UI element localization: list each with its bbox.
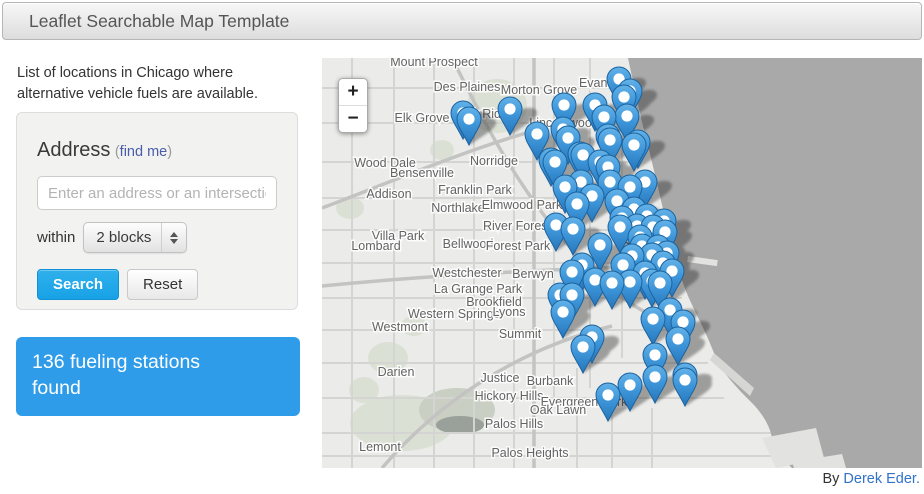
distance-selected-value: 2 blocks — [96, 229, 152, 246]
attribution: By Derek Eder. — [322, 471, 921, 487]
button-row: Search Reset — [37, 269, 277, 300]
results-count-banner: 136 fueling stations found — [16, 337, 300, 417]
map-place-label: Elk Grove — [395, 111, 450, 125]
map-place-label: Bensenville — [390, 166, 454, 180]
within-label: within — [37, 229, 76, 246]
map-place-label: Oak Lawn — [530, 403, 586, 417]
zoom-control: + − — [338, 78, 368, 133]
reset-button[interactable]: Reset — [127, 269, 199, 300]
zoom-out-button[interactable]: − — [339, 106, 367, 132]
map-place-label: Justice — [481, 371, 520, 385]
map-place-label: Berwyn — [512, 267, 554, 281]
map-place-label: Lemont — [359, 440, 401, 454]
map-place-label: Franklin Park — [438, 183, 512, 197]
map-place-label: Lyons — [493, 305, 526, 319]
map-place-label: Northlake — [431, 201, 485, 215]
map-place-label: Palos Heights — [491, 446, 568, 460]
address-heading-row: Address (find me) — [37, 139, 277, 162]
find-me-link[interactable]: find me — [120, 144, 168, 160]
page-title: Leaflet Searchable Map Template — [29, 11, 290, 31]
map-place-label: River Forest — [483, 219, 552, 233]
select-spinner-icon — [161, 223, 186, 252]
map-place-label: Norridge — [470, 154, 518, 168]
map-place-label: La Grange Park — [434, 282, 523, 296]
map-place-label: Western Springs — [408, 307, 500, 321]
arrow-up-icon — [170, 231, 179, 237]
address-input[interactable] — [37, 176, 277, 210]
distance-select[interactable]: 2 blocks — [83, 222, 188, 253]
attribution-by-text: By — [822, 471, 840, 487]
within-row: within 2 blocks — [37, 222, 277, 253]
app-title-bar: Leaflet Searchable Map Template — [2, 2, 922, 40]
address-search-panel: Address (find me) within 2 blocks Search… — [16, 112, 298, 310]
map-place-label: Darien — [378, 365, 415, 379]
zoom-in-button[interactable]: + — [339, 79, 367, 106]
intro-text: List of locations in Chicago where alter… — [17, 65, 258, 103]
map[interactable]: Mount Prospect Des Plaines Morton Grove Eva… — [322, 58, 922, 468]
map-place-label: Hickory Hills — [475, 389, 544, 403]
map-place-label: Des Plaines — [434, 80, 501, 94]
search-button[interactable]: Search — [37, 269, 120, 300]
map-place-label: Westchester — [432, 266, 501, 280]
map-place-label: Elmwood Park — [482, 198, 563, 212]
map-place-label: Mount Prospect — [390, 58, 478, 69]
map-place-label: Westmont — [372, 320, 429, 334]
map-place-label: Addison — [366, 187, 411, 201]
map-place-label: Palos Hills — [485, 417, 543, 431]
map-place-label: Summit — [499, 327, 542, 341]
author-link[interactable]: Derek Eder. — [843, 471, 920, 487]
map-place-label: Burbank — [527, 374, 574, 388]
arrow-down-icon — [170, 238, 179, 244]
map-place-label: Forest Park — [486, 239, 551, 253]
results-count-text: 136 fueling stations found — [32, 351, 201, 399]
map-place-label: Lombard — [351, 239, 400, 253]
address-heading: Address — [37, 139, 111, 161]
paren-close: ) — [167, 144, 173, 160]
